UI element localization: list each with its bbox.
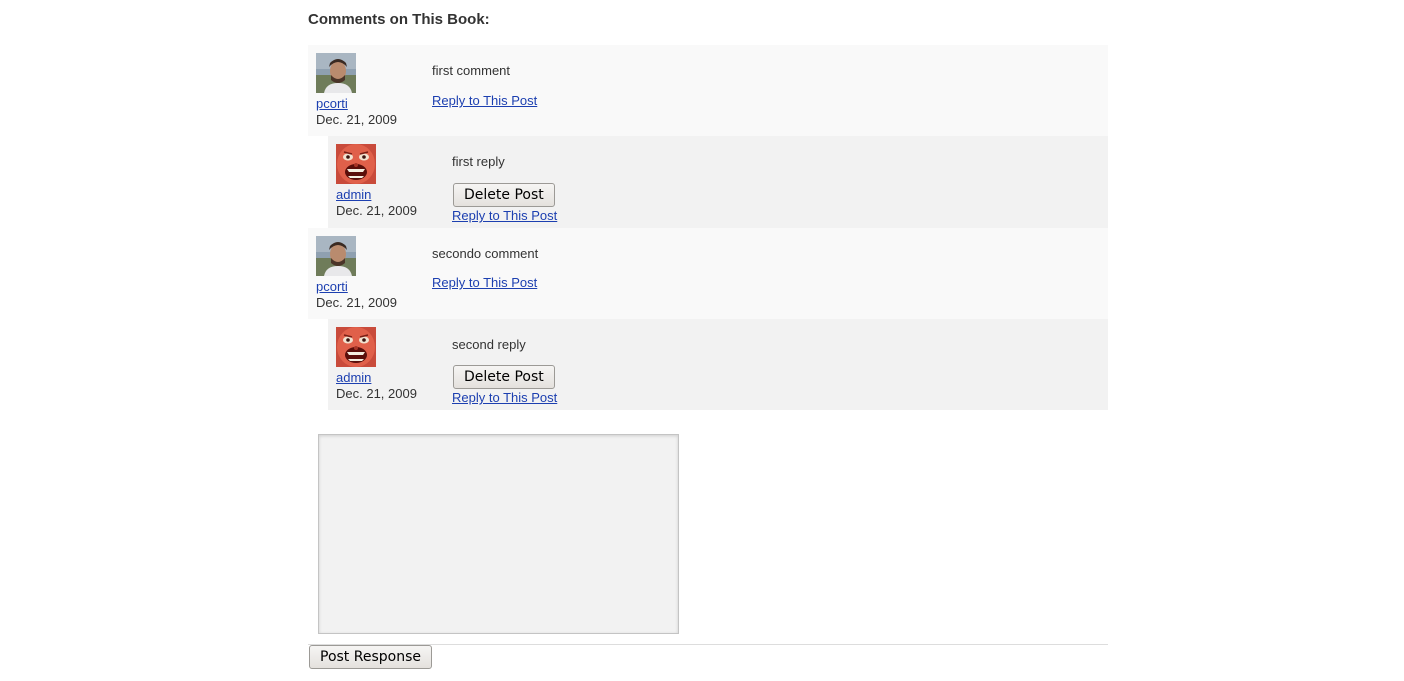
post-response-button[interactable]: Post Response xyxy=(309,645,432,669)
comment-author-link[interactable]: pcorti xyxy=(316,96,348,111)
reply-to-post-link[interactable]: Reply to This Post xyxy=(452,390,557,405)
comment-text: secondo comment xyxy=(432,246,539,261)
response-textarea[interactable] xyxy=(318,434,679,634)
red-face-avatar-icon xyxy=(336,327,376,367)
reply-date: Dec. 21, 2009 xyxy=(336,386,417,401)
comment-item: pcorti Dec. 21, 2009 secondo comment Rep… xyxy=(308,228,1108,319)
red-face-avatar-icon xyxy=(336,144,376,184)
reply-to-post-link[interactable]: Reply to This Post xyxy=(452,208,557,223)
reply-text: first reply xyxy=(452,154,505,169)
comments-heading: Comments on This Book: xyxy=(308,11,490,28)
reply-author-link[interactable]: admin xyxy=(336,187,371,202)
user-photo-avatar-icon xyxy=(316,236,356,276)
delete-post-button[interactable]: Delete Post xyxy=(453,183,555,207)
reply-to-post-link[interactable]: Reply to This Post xyxy=(432,93,537,108)
comment-date: Dec. 21, 2009 xyxy=(316,295,397,310)
reply-item: admin Dec. 21, 2009 first reply Delete P… xyxy=(328,136,1108,228)
reply-to-post-link[interactable]: Reply to This Post xyxy=(432,275,537,290)
comment-text: first comment xyxy=(432,63,511,78)
delete-post-button[interactable]: Delete Post xyxy=(453,365,555,389)
user-photo-avatar-icon xyxy=(316,53,356,93)
comment-item: pcorti Dec. 21, 2009 first comment Reply… xyxy=(308,45,1108,136)
reply-date: Dec. 21, 2009 xyxy=(336,203,417,218)
reply-text: second reply xyxy=(452,337,526,352)
comment-author-link[interactable]: pcorti xyxy=(316,279,348,294)
comment-date: Dec. 21, 2009 xyxy=(316,112,397,127)
reply-item: admin Dec. 21, 2009 second reply Delete … xyxy=(328,319,1108,410)
reply-author-link[interactable]: admin xyxy=(336,370,371,385)
